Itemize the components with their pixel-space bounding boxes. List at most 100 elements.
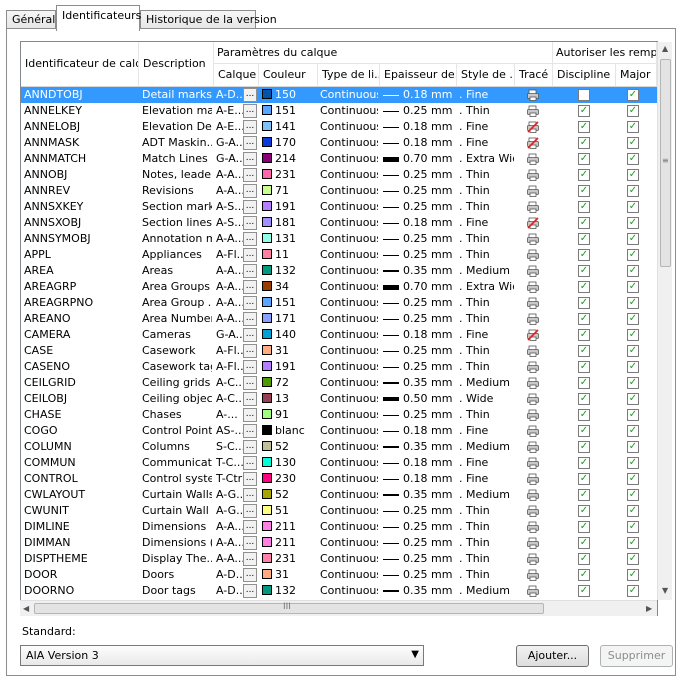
cell-plotstyle[interactable]: . Extra Wide <box>459 279 514 295</box>
cell-linetype[interactable]: Continuous <box>320 423 378 439</box>
cell-lineweight[interactable]: 0.18 mm <box>383 327 455 343</box>
table-row[interactable]: DIMLINE Dimensions A-A...... 211 Continuous 0… <box>21 519 657 535</box>
browse-layer-button[interactable]: ... <box>243 344 257 358</box>
browse-layer-button[interactable]: ... <box>243 552 257 566</box>
major-override-checkbox[interactable]: ✓ <box>627 537 639 549</box>
cell-linetype[interactable]: Continuous <box>320 359 378 375</box>
cell-description[interactable]: Dimensions <box>142 519 212 535</box>
cell-linetype[interactable]: Continuous <box>320 439 378 455</box>
browse-layer-button[interactable]: ... <box>243 360 257 374</box>
major-override-checkbox[interactable]: ✓ <box>627 137 639 149</box>
printer-icon[interactable] <box>527 313 539 325</box>
horizontal-scrollbar[interactable]: ◀ III ▶ <box>20 600 657 616</box>
cell-plotstyle[interactable]: . Fine <box>459 87 514 103</box>
table-row[interactable]: CAMERA CamerasG-A...... 140 Continuous 0.18 … <box>21 327 657 343</box>
major-override-checkbox[interactable]: ✓ <box>627 105 639 117</box>
cell-color[interactable]: 132 <box>262 263 317 279</box>
cell-identifier[interactable]: ANNSXKEY <box>24 199 137 215</box>
major-override-checkbox[interactable]: ✓ <box>627 169 639 181</box>
cell-plotstyle[interactable]: . Thin <box>459 183 514 199</box>
browse-layer-button[interactable]: ... <box>243 568 257 582</box>
major-override-checkbox[interactable]: ✓ <box>627 489 639 501</box>
cell-identifier[interactable]: ANNELOBJ <box>24 119 137 135</box>
cell-linetype[interactable]: Continuous <box>320 151 378 167</box>
table-row[interactable]: ANNMATCH Match LinesG-A...... 214 Continuou… <box>21 151 657 167</box>
printer-icon[interactable] <box>527 201 539 213</box>
cell-description[interactable]: Detail marks <box>142 87 212 103</box>
cell-identifier[interactable]: CASENO <box>24 359 137 375</box>
cell-color[interactable]: 151 <box>262 295 317 311</box>
cell-linetype[interactable]: Continuous <box>320 343 378 359</box>
cell-identifier[interactable]: CHASE <box>24 407 137 423</box>
cell-description[interactable]: Columns <box>142 439 212 455</box>
cell-plotstyle[interactable]: . Thin <box>459 535 514 551</box>
cell-plotstyle[interactable]: . Fine <box>459 471 514 487</box>
browse-layer-button[interactable]: ... <box>243 264 257 278</box>
cell-description[interactable]: Appliances <box>142 247 212 263</box>
cell-layer[interactable]: A-C... <box>216 391 243 407</box>
major-override-checkbox[interactable]: ✓ <box>627 297 639 309</box>
table-row[interactable]: ANNELOBJ Elevation De...A-E...... 141 Conti… <box>21 119 657 135</box>
browse-layer-button[interactable]: ... <box>243 312 257 326</box>
cell-color[interactable]: 211 <box>262 535 317 551</box>
cell-linetype[interactable]: Continuous <box>320 215 378 231</box>
cell-layer[interactable]: G-A... <box>216 135 243 151</box>
cell-color[interactable]: 52 <box>262 439 317 455</box>
major-override-checkbox[interactable]: ✓ <box>627 329 639 341</box>
table-row[interactable]: COGO Control Points AS-...... blanc Continuo… <box>21 423 657 439</box>
col-header-discipline[interactable]: Discipline ... <box>553 64 616 87</box>
table-row[interactable]: AREA Areas A-A...... 132 Continuous 0.35 mm . … <box>21 263 657 279</box>
cell-lineweight[interactable]: 0.18 mm <box>383 215 455 231</box>
table-row[interactable]: ANNSXKEY Section marksA-S...... 191 Continu… <box>21 199 657 215</box>
cell-plotstyle[interactable]: . Thin <box>459 199 514 215</box>
cell-lineweight[interactable]: 0.35 mm <box>383 583 455 599</box>
cell-description[interactable]: Revisions <box>142 183 212 199</box>
cell-lineweight[interactable]: 0.25 mm <box>383 231 455 247</box>
table-row[interactable]: DOORNO Door tagsA-D...... 132 Continuous 0.3… <box>21 583 657 599</box>
major-override-checkbox[interactable]: ✓ <box>627 153 639 165</box>
major-override-checkbox[interactable]: ✓ <box>627 249 639 261</box>
cell-lineweight[interactable]: 0.25 mm <box>383 295 455 311</box>
cell-lineweight[interactable]: 0.25 mm <box>383 551 455 567</box>
browse-layer-button[interactable]: ... <box>243 232 257 246</box>
cell-color[interactable]: 91 <box>262 407 317 423</box>
cell-layer[interactable]: G-A... <box>216 151 243 167</box>
cell-linetype[interactable]: Continuous <box>320 503 378 519</box>
table-row[interactable]: CASE CaseworkA-Fl...... 31 Continuous 0.25 m… <box>21 343 657 359</box>
cell-color[interactable]: 52 <box>262 487 317 503</box>
cell-linetype[interactable]: Continuous <box>320 471 378 487</box>
major-override-checkbox[interactable]: ✓ <box>627 185 639 197</box>
cell-plotstyle[interactable]: . Thin <box>459 519 514 535</box>
printer-icon[interactable] <box>527 89 539 101</box>
cell-layer[interactable]: A-S... <box>216 199 243 215</box>
major-override-checkbox[interactable]: ✓ <box>627 217 639 229</box>
discipline-override-checkbox[interactable] <box>578 89 590 101</box>
cell-plotstyle[interactable]: . Medium <box>459 439 514 455</box>
cell-plotstyle[interactable]: . Thin <box>459 343 514 359</box>
discipline-override-checkbox[interactable]: ✓ <box>578 409 590 421</box>
cell-layer[interactable]: AS-... <box>216 423 243 439</box>
discipline-override-checkbox[interactable]: ✓ <box>578 489 590 501</box>
col-header-identifier[interactable]: Identificateur de calq... <box>21 42 139 87</box>
cell-plotstyle[interactable]: . Thin <box>459 231 514 247</box>
cell-lineweight[interactable]: 0.25 mm <box>383 407 455 423</box>
cell-lineweight[interactable]: 0.50 mm <box>383 391 455 407</box>
printer-icon[interactable] <box>527 425 539 437</box>
cell-layer[interactable]: G-A... <box>216 327 243 343</box>
discipline-override-checkbox[interactable]: ✓ <box>578 425 590 437</box>
cell-lineweight[interactable]: 0.18 mm <box>383 119 455 135</box>
cell-linetype[interactable]: Continuous <box>320 551 378 567</box>
table-row[interactable]: ANNMASK ADT Maskin...G-A...... 170 Continuo… <box>21 135 657 151</box>
cell-linetype[interactable]: Continuous <box>320 455 378 471</box>
browse-layer-button[interactable]: ... <box>243 216 257 230</box>
cell-layer[interactable]: A-Fl... <box>216 359 243 375</box>
cell-linetype[interactable]: Continuous <box>320 583 378 599</box>
printer-icon[interactable] <box>527 345 539 357</box>
cell-layer[interactable]: A-G... <box>216 487 243 503</box>
cell-identifier[interactable]: CEILGRID <box>24 375 137 391</box>
cell-plotstyle[interactable]: . Thin <box>459 247 514 263</box>
cell-color[interactable]: 151 <box>262 103 317 119</box>
cell-lineweight[interactable]: 0.35 mm <box>383 375 455 391</box>
cell-color[interactable]: 181 <box>262 215 317 231</box>
col-header-linetype[interactable]: Type de li... <box>318 64 380 87</box>
